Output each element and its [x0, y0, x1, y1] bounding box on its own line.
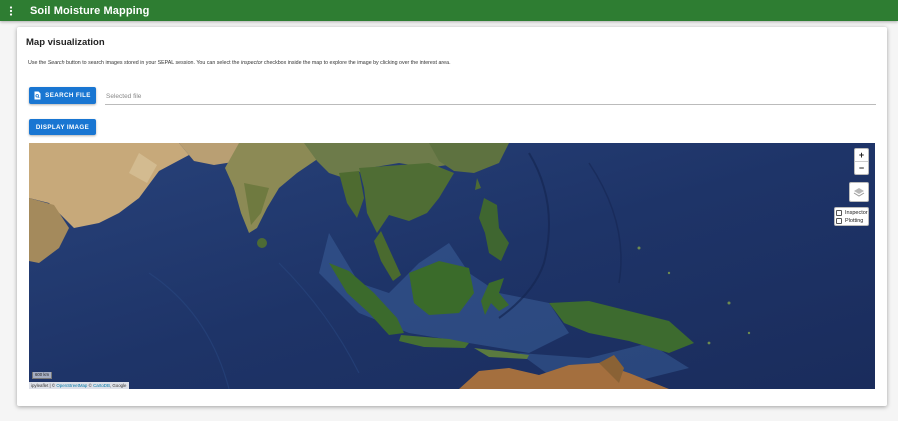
- map-view[interactable]: + − Inspector Plotting 600 km ipyleaflet…: [29, 143, 875, 389]
- search-file-button[interactable]: SEARCH FILE: [29, 87, 96, 104]
- zoom-out-button[interactable]: −: [855, 162, 868, 174]
- inspector-checkbox[interactable]: Inspector: [836, 209, 868, 217]
- app-bar: Soil Moisture Mapping: [0, 0, 898, 21]
- help-text: Use the Search button to search images s…: [28, 60, 451, 66]
- card-title: Map visualization: [26, 37, 105, 48]
- map-options-panel: Inspector Plotting: [834, 207, 869, 226]
- selected-file-field[interactable]: Selected file: [105, 89, 876, 105]
- map-attribution: ipyleaflet | © OpenStreetMap © CartoDB, …: [29, 382, 129, 389]
- zoom-control: + −: [854, 148, 869, 175]
- app-title: Soil Moisture Mapping: [30, 4, 150, 17]
- map-visualization-card: Map visualization Use the Search button …: [17, 27, 887, 406]
- display-image-button[interactable]: DISPLAY IMAGE: [29, 119, 96, 135]
- dots-vertical-icon[interactable]: [0, 0, 22, 21]
- plotting-label: Plotting: [845, 218, 864, 224]
- selected-file-placeholder: Selected file: [106, 93, 142, 100]
- layers-icon[interactable]: [849, 182, 869, 202]
- plotting-checkbox-box[interactable]: [836, 218, 842, 224]
- plotting-checkbox[interactable]: Plotting: [836, 217, 868, 225]
- cartodb-link[interactable]: CartoDB: [93, 383, 110, 388]
- inspector-checkbox-box[interactable]: [836, 210, 842, 216]
- inspector-label: Inspector: [845, 210, 868, 216]
- zoom-in-button[interactable]: +: [855, 149, 868, 162]
- search-file-label: SEARCH FILE: [45, 92, 91, 99]
- file-search-icon: [34, 91, 41, 100]
- satellite-basemap: [29, 143, 875, 389]
- openstreetmap-link[interactable]: OpenStreetMap: [56, 383, 87, 388]
- map-scale: 600 km: [32, 372, 53, 379]
